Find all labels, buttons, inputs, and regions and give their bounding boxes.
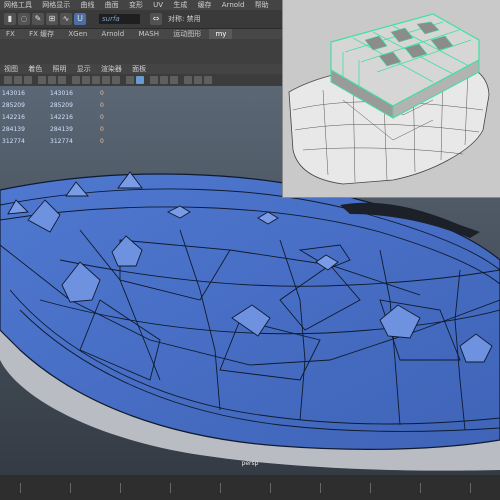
anti-aliasing-icon[interactable] [160, 76, 168, 84]
menu-item[interactable]: 网格显示 [38, 0, 74, 10]
textured-icon[interactable] [92, 76, 100, 84]
menu-item[interactable]: 曲线 [76, 0, 98, 10]
wireframe-icon[interactable] [72, 76, 80, 84]
panel-menu-view[interactable]: 视图 [0, 64, 22, 74]
menu-item[interactable]: 曲面 [101, 0, 123, 10]
bookmark-icon[interactable] [24, 76, 32, 84]
isolate-select-icon[interactable] [136, 76, 144, 84]
object-name-field[interactable]: surfa [99, 14, 140, 24]
snap-grid-icon[interactable]: ⊞ [46, 13, 58, 25]
exposure-icon[interactable] [184, 76, 192, 84]
hud-row: 312774 312774 0 [2, 138, 104, 145]
reference-inset [282, 0, 500, 198]
lasso-icon[interactable]: ◌ [18, 13, 30, 25]
tab-arnold[interactable]: Arnold [96, 29, 131, 39]
symmetry-label[interactable]: 对称: 禁用 [168, 14, 201, 24]
tab-motion-graphics[interactable]: 运动图形 [167, 29, 207, 39]
panel-menu-renderer[interactable]: 渲染器 [97, 64, 126, 74]
menu-item[interactable]: UV [149, 0, 167, 10]
snap-curve-icon[interactable]: ∿ [60, 13, 72, 25]
color-management-icon[interactable] [204, 76, 212, 84]
ambient-occlusion-icon[interactable] [150, 76, 158, 84]
camera-attr-icon[interactable] [14, 76, 22, 84]
menu-item[interactable]: 变形 [125, 0, 147, 10]
resolution-gate-icon[interactable] [58, 76, 66, 84]
lights-icon[interactable] [102, 76, 110, 84]
grid-icon[interactable] [38, 76, 46, 84]
menu-item[interactable]: 帮助 [251, 0, 273, 10]
shadows-icon[interactable] [112, 76, 120, 84]
time-slider[interactable] [0, 475, 500, 500]
smooth-shade-icon[interactable] [82, 76, 90, 84]
tab-mash[interactable]: MASH [132, 29, 165, 39]
depth-of-field-icon[interactable] [170, 76, 178, 84]
panel-menu-panels[interactable]: 面板 [128, 64, 150, 74]
poly-count-hud: 143016 143016 0 285209 285209 0 142216 142216… [2, 88, 162, 148]
menu-item[interactable]: 网格工具 [0, 0, 36, 10]
symmetry-icon[interactable]: ⇔ [150, 13, 162, 25]
panel-menu-lighting[interactable]: 照明 [48, 64, 70, 74]
magnet-icon[interactable]: U [74, 13, 86, 25]
panel-menu-shading[interactable]: 着色 [24, 64, 46, 74]
paint-select-icon[interactable]: ✎ [32, 13, 44, 25]
tab-fx-cache[interactable]: FX 缓存 [23, 29, 60, 39]
hud-row: 284139 284139 0 [2, 126, 104, 133]
camera-name-label: persp [241, 460, 259, 467]
panel-menu-show[interactable]: 显示 [73, 64, 95, 74]
select-icon[interactable]: ▮ [4, 13, 16, 25]
xray-icon[interactable] [126, 76, 134, 84]
hud-row: 142216 142216 0 [2, 114, 104, 121]
film-gate-icon[interactable] [48, 76, 56, 84]
tab-fx[interactable]: FX [0, 29, 21, 39]
reference-model-view [288, 13, 490, 185]
hud-row: 285209 285209 0 [2, 102, 104, 109]
tab-xgen[interactable]: XGen [62, 29, 93, 39]
camera-icon[interactable] [4, 76, 12, 84]
tab-my[interactable]: my [209, 29, 233, 39]
hud-row: 143016 143016 0 [2, 90, 104, 97]
menu-item[interactable]: 生成 [169, 0, 191, 10]
menu-item[interactable]: 缓存 [194, 0, 216, 10]
menu-item[interactable]: Arnold [218, 0, 249, 10]
gamma-icon[interactable] [194, 76, 202, 84]
